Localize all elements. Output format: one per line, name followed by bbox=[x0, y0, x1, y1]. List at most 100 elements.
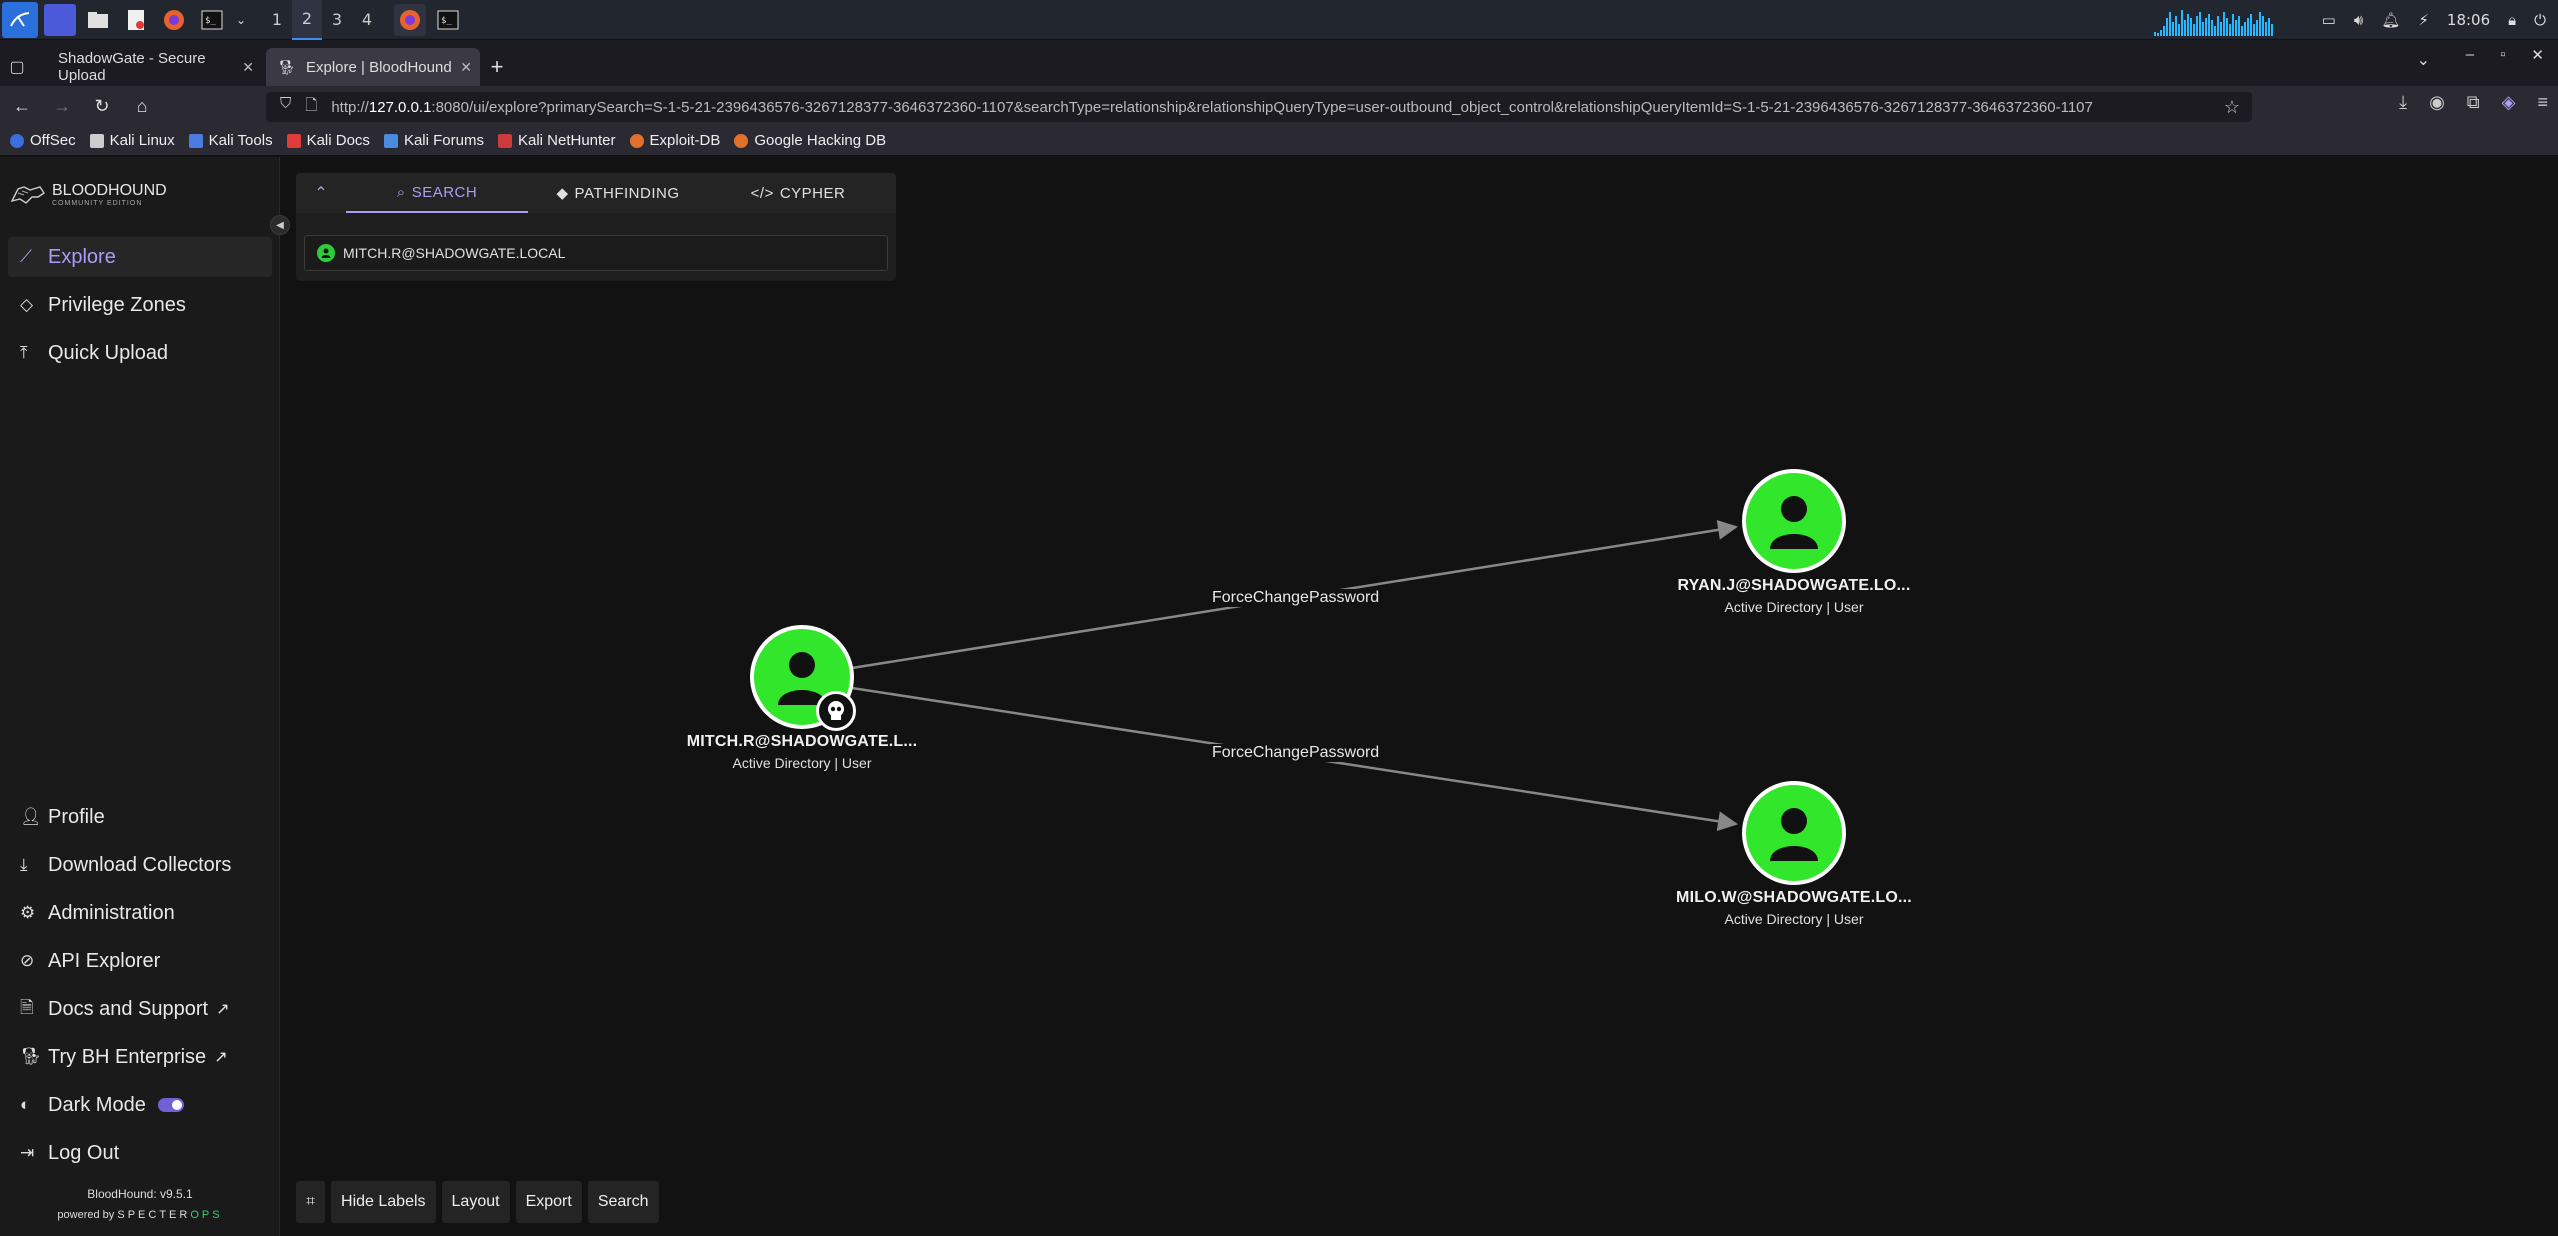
bloodhound-favicon-icon: 🐕︎ bbox=[278, 58, 296, 75]
minimize-icon[interactable]: – bbox=[2466, 46, 2474, 64]
user-icon bbox=[317, 244, 335, 262]
collapse-panel-chevron-up-icon[interactable]: ⌃ bbox=[296, 173, 346, 213]
tab-cypher[interactable]: </> CYPHER bbox=[708, 173, 888, 213]
powered-by: powered by SPECTEROPS bbox=[0, 1209, 280, 1221]
sidebar-item-dark-mode[interactable]: ◐ Dark Mode bbox=[8, 1085, 272, 1125]
page-info-icon[interactable]: 🗋︎ bbox=[305, 95, 317, 120]
gem-icon: ◇ bbox=[20, 295, 34, 314]
graph-node-user[interactable] bbox=[1742, 469, 1846, 573]
close-icon[interactable]: ✕ bbox=[242, 59, 254, 76]
tab-list-icon[interactable]: ▢ bbox=[0, 48, 34, 86]
bookmark-google-hacking-db[interactable]: Google Hacking DB bbox=[734, 132, 886, 149]
sidebar-item-try-bh-enterprise[interactable]: 🐕︎ Try BH Enterprise ↗ bbox=[8, 1037, 272, 1077]
notification-bell-icon[interactable]: 🔔︎ bbox=[2381, 11, 2400, 29]
workspace-3[interactable]: 3 bbox=[322, 0, 352, 40]
workspace-1[interactable]: 1 bbox=[262, 0, 292, 40]
extension-badge-icon[interactable]: ◈ bbox=[2502, 92, 2516, 113]
tab-search[interactable]: ⌕ SEARCH bbox=[346, 173, 528, 213]
forward-button[interactable]: → bbox=[44, 88, 80, 124]
sidebar-item-download-collectors[interactable]: ⤓ Download Collectors bbox=[8, 845, 272, 885]
chevron-down-icon[interactable]: ⌄ bbox=[234, 4, 248, 36]
ghdb-icon bbox=[734, 133, 749, 148]
extensions-icon[interactable]: ⧉ bbox=[2467, 92, 2480, 113]
search-tabs: ⌃ ⌕ SEARCH ◆ PATHFINDING </> CYPHER bbox=[296, 173, 896, 213]
bloodhound-logo: BLOODHOUND COMMUNITY EDITION bbox=[10, 181, 167, 207]
bookmark-kali-nethunter[interactable]: Kali NetHunter bbox=[497, 132, 616, 149]
maximize-icon[interactable]: ▫ bbox=[2500, 46, 2505, 64]
text-editor-icon[interactable] bbox=[120, 4, 152, 36]
downloads-icon[interactable]: ⤓ bbox=[2399, 92, 2407, 113]
upload-icon: ⤒ bbox=[20, 343, 28, 362]
bookmark-star-icon[interactable]: ☆ bbox=[2224, 97, 2240, 118]
search-input[interactable]: MITCH.R@SHADOWGATE.LOCAL bbox=[304, 235, 888, 271]
firefox-icon[interactable] bbox=[158, 4, 190, 36]
bookmark-kali-forums[interactable]: Kali Forums bbox=[383, 132, 484, 149]
sidebar-item-explore[interactable]: ⟋ Explore bbox=[8, 237, 272, 277]
file-manager-icon[interactable] bbox=[82, 4, 114, 36]
version-label: BloodHound: v9.5.1 bbox=[87, 1187, 193, 1201]
node-label: MITCH.R@SHADOWGATE.L... bbox=[686, 733, 918, 750]
bookmark-kali-linux[interactable]: Kali Linux bbox=[89, 132, 175, 149]
hide-labels-button[interactable]: Hide Labels bbox=[331, 1181, 436, 1223]
external-link-icon: ↗ bbox=[214, 1049, 228, 1066]
sidebar-item-label: Privilege Zones bbox=[48, 293, 186, 316]
new-tab-button[interactable]: + bbox=[480, 48, 514, 86]
kali-menu-icon[interactable] bbox=[2, 1, 38, 38]
sidebar-item-docs-and-support[interactable]: 🗎︎ Docs and Support ↗ bbox=[8, 989, 272, 1029]
lock-icon[interactable]: 🔒︎ bbox=[2508, 11, 2516, 29]
crop-fit-button[interactable]: ⌗ bbox=[296, 1181, 326, 1223]
url-bar[interactable]: ⛉ 🗋︎ http://127.0.0.1:8080/ui/explore?pr… bbox=[266, 92, 2252, 122]
bookmark-kali-tools[interactable]: Kali Tools bbox=[188, 132, 273, 149]
bookmark-exploit-db[interactable]: Exploit-DB bbox=[629, 132, 721, 149]
sidebar-item-quick-upload[interactable]: ⤒ Quick Upload bbox=[8, 333, 272, 373]
layout-button[interactable]: Layout bbox=[441, 1181, 510, 1223]
sidebar-item-label: Download Collectors bbox=[48, 853, 232, 876]
back-button[interactable]: ← bbox=[4, 88, 40, 124]
browser-nav-bar: ← → ↻ ⌂ ⛉ 🗋︎ http://127.0.0.1:8080/ui/ex… bbox=[0, 86, 2558, 126]
sidebar-item-label: API Explorer bbox=[48, 949, 161, 972]
sidebar-item-profile[interactable]: 👤︎ Profile bbox=[8, 797, 272, 837]
shield-icon[interactable]: ⛉ bbox=[280, 95, 291, 120]
tab-overflow-chevron-icon[interactable]: ⌄ bbox=[2417, 50, 2430, 70]
graph-canvas[interactable] bbox=[282, 157, 2558, 1236]
desktop-icon[interactable] bbox=[44, 3, 76, 36]
close-icon[interactable]: ✕ bbox=[460, 59, 472, 76]
clock[interactable]: 18:06 bbox=[2447, 11, 2490, 29]
browser-tab-shadowgate[interactable]: ShadowGate - Secure Upload ✕ bbox=[38, 48, 262, 86]
edge-label[interactable]: ForceChangePassword bbox=[1210, 744, 1382, 762]
sidebar-item-label: Docs and Support bbox=[48, 997, 209, 1020]
account-icon[interactable]: ◉ bbox=[2429, 92, 2445, 113]
bookmark-label: Kali Forums bbox=[403, 132, 484, 149]
dark-mode-toggle[interactable] bbox=[157, 1098, 184, 1112]
sidebar-item-privilege-zones[interactable]: ◇ Privilege Zones bbox=[8, 285, 272, 325]
edge-label[interactable]: ForceChangePassword bbox=[1210, 589, 1382, 607]
menu-icon[interactable]: ≡ bbox=[2537, 92, 2548, 113]
bookmark-kali-docs[interactable]: Kali Docs bbox=[286, 132, 370, 149]
node-type: Active Directory | User bbox=[1724, 911, 1864, 927]
logout-icon[interactable]: ⏻ bbox=[2534, 11, 2546, 29]
bloodhound-enterprise-icon: 🐕︎ bbox=[20, 1047, 42, 1066]
bookmark-offsec[interactable]: OffSec bbox=[10, 132, 76, 149]
close-window-icon[interactable]: ✕ bbox=[2531, 46, 2544, 64]
bookmark-label: Exploit-DB bbox=[649, 132, 721, 149]
power-manager-icon[interactable]: ⚡︎ bbox=[2418, 11, 2429, 29]
reload-button[interactable]: ↻ bbox=[84, 88, 120, 124]
tab-label: PATHFINDING bbox=[574, 184, 680, 202]
volume-icon[interactable]: 🔊︎ bbox=[2354, 11, 2363, 29]
tab-label: SEARCH bbox=[411, 183, 478, 201]
workspace-4[interactable]: 4 bbox=[352, 0, 382, 40]
search-button[interactable]: Search bbox=[587, 1181, 659, 1223]
tab-pathfinding[interactable]: ◆ PATHFINDING bbox=[528, 173, 708, 213]
terminal-icon[interactable]: $_ bbox=[196, 4, 228, 36]
graph-node-user[interactable] bbox=[1742, 781, 1846, 885]
workspace-2[interactable]: 2 bbox=[292, 0, 322, 40]
sidebar-item-api-explorer[interactable]: ⊘ API Explorer bbox=[8, 941, 272, 981]
export-button[interactable]: Export bbox=[515, 1181, 582, 1223]
firefox-window-icon[interactable] bbox=[394, 3, 426, 36]
home-button[interactable]: ⌂ bbox=[124, 88, 160, 124]
display-icon[interactable]: ▭ bbox=[2322, 11, 2336, 29]
browser-tab-bloodhound[interactable]: 🐕︎ Explore | BloodHound Co ✕ bbox=[266, 48, 480, 86]
sidebar-item-log-out[interactable]: ⇥ Log Out bbox=[8, 1133, 272, 1173]
sidebar-item-administration[interactable]: ⚙ Administration bbox=[8, 893, 272, 933]
terminal-window-icon[interactable]: $_ bbox=[432, 4, 464, 36]
